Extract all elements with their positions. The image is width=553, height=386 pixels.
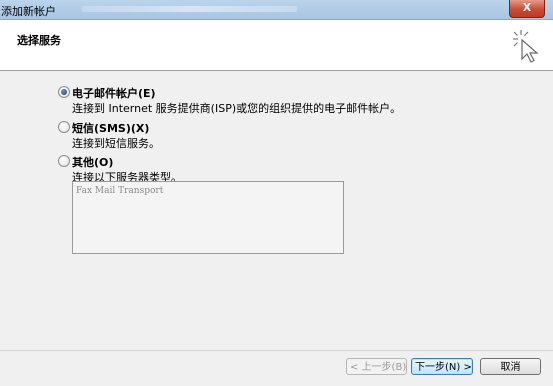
option-other-label[interactable]: 其他(O) xyxy=(72,154,113,170)
wizard-header: 选择服务 xyxy=(0,20,553,71)
next-button[interactable]: 下一步(N) > xyxy=(411,358,473,375)
page-title: 选择服务 xyxy=(17,34,61,47)
wizard-wand-icon xyxy=(513,30,539,63)
email-radio[interactable] xyxy=(58,86,70,98)
server-type-list[interactable]: Fax Mail Transport xyxy=(72,181,344,254)
footer-divider xyxy=(0,350,553,351)
back-button[interactable]: < 上一步(B) xyxy=(346,358,407,375)
title-bar[interactable]: 添加新帐户 X xyxy=(0,0,553,20)
option-sms-label[interactable]: 短信(SMS)(X) xyxy=(72,120,149,136)
cancel-button[interactable]: 取消 xyxy=(480,358,541,375)
close-button[interactable]: X xyxy=(509,0,545,18)
option-sms-description: 连接到短信服务。 xyxy=(72,137,160,150)
window-title: 添加新帐户 xyxy=(1,5,56,18)
service-options: 电子邮件帐户(E) 连接到 Internet 服务提供商(ISP)或您的组织提供… xyxy=(0,71,553,351)
sms-radio[interactable] xyxy=(58,121,70,133)
title-bar-blur xyxy=(82,6,297,12)
wizard-footer: < 上一步(B) 下一步(N) > 取消 xyxy=(0,350,553,386)
option-email-description: 连接到 Internet 服务提供商(ISP)或您的组织提供的电子邮件帐户。 xyxy=(72,102,402,115)
list-item[interactable]: Fax Mail Transport xyxy=(76,186,163,196)
option-email-label[interactable]: 电子邮件帐户(E) xyxy=(72,85,156,101)
other-radio[interactable] xyxy=(58,155,70,167)
